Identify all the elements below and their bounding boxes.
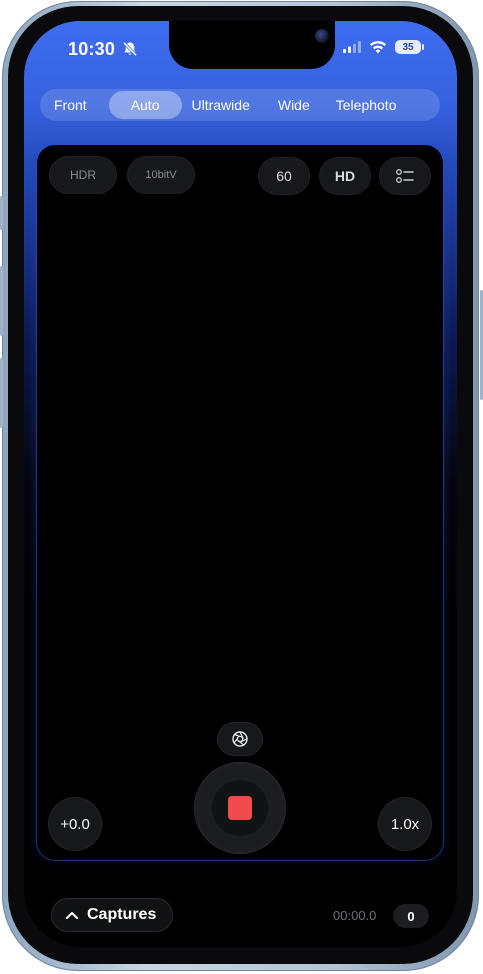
battery-indicator: 35 <box>395 40 424 54</box>
tab-auto[interactable]: Auto <box>108 91 182 119</box>
phone-screen: 10:30 35 Front Auto Ultrawide Wide Telep… <box>24 21 457 947</box>
exposure-button[interactable]: +0.0 <box>48 797 102 851</box>
hdr-toggle[interactable]: HDR <box>49 156 117 194</box>
capture-count-badge: 0 <box>393 904 429 928</box>
status-icons: 35 <box>343 40 424 54</box>
recording-timer: 00:00.0 <box>333 908 377 923</box>
status-time: 10:30 <box>68 39 116 59</box>
list-settings-icon <box>396 169 414 183</box>
resolution-button[interactable]: HD <box>319 157 371 195</box>
photo-capture-button[interactable] <box>217 722 263 756</box>
notch <box>169 21 335 69</box>
tab-front[interactable]: Front <box>44 91 97 119</box>
battery-level: 35 <box>402 41 414 53</box>
tab-wide[interactable]: Wide <box>268 91 320 119</box>
cellular-signal-icon <box>343 41 361 53</box>
volume-up-button <box>0 266 3 336</box>
zoom-button[interactable]: 1.0x <box>378 797 432 851</box>
tab-telephoto[interactable]: Telephoto <box>326 91 407 119</box>
lens-selector: Front Auto Ultrawide Wide Telephoto <box>40 89 440 121</box>
front-camera <box>315 29 329 43</box>
wifi-icon <box>370 40 386 53</box>
record-button-inner <box>212 780 268 836</box>
chevron-up-icon <box>66 912 78 919</box>
captures-label: Captures <box>87 906 157 923</box>
fps-button[interactable]: 60 <box>258 157 310 195</box>
silent-bell-icon <box>122 41 138 57</box>
aperture-icon <box>232 731 248 747</box>
action-button <box>0 196 3 230</box>
captures-button[interactable]: Captures <box>51 898 173 932</box>
settings-list-button[interactable] <box>379 157 431 195</box>
tab-ultrawide[interactable]: Ultrawide <box>182 91 260 119</box>
bit-depth-toggle[interactable]: 10bitV <box>127 156 195 194</box>
stop-icon <box>228 796 252 820</box>
record-button[interactable] <box>194 762 286 854</box>
volume-down-button <box>0 358 3 428</box>
